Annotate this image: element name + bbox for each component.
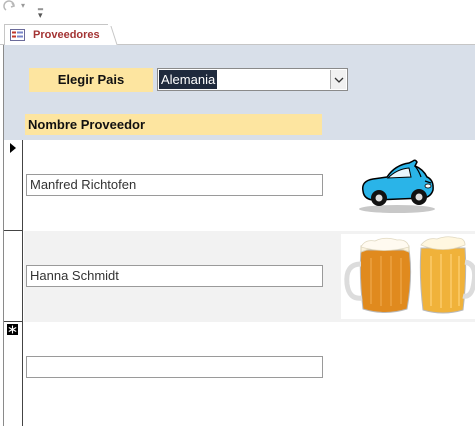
- supplier-name-field-new[interactable]: [26, 356, 323, 378]
- form-header: Elegir Pais Alemania Nombre Proveedor: [4, 45, 475, 140]
- record-selector[interactable]: [4, 140, 23, 231]
- document-tab-strip: Proveedores: [0, 18, 475, 46]
- proveedores-form: Elegir Pais Alemania Nombre Proveedor Ma…: [3, 45, 475, 426]
- combo-dropdown-button[interactable]: [330, 70, 346, 89]
- tab-proveedores[interactable]: Proveedores: [4, 24, 108, 46]
- supplier-name-field[interactable]: Manfred Richtofen: [26, 174, 323, 196]
- record-selector-column: [4, 140, 23, 426]
- record-selector[interactable]: [4, 231, 23, 322]
- new-record-selector[interactable]: [4, 322, 23, 414]
- form-icon: [10, 29, 25, 41]
- new-record-asterisk-icon: [7, 324, 18, 335]
- detail-row: Manfred Richtofen: [24, 140, 475, 231]
- detail-row: Hanna Schmidt: [24, 231, 475, 322]
- new-record-row: [24, 322, 475, 413]
- redo-icon[interactable]: [3, 0, 17, 14]
- country-label: Elegir Pais: [29, 68, 153, 92]
- country-combo-box[interactable]: Alemania: [157, 68, 348, 91]
- current-record-arrow-icon: [10, 143, 16, 153]
- beer-mugs-image: [341, 234, 475, 319]
- redo-dropdown-icon[interactable]: ▾: [21, 1, 25, 10]
- supplier-name-column-label: Nombre Proveedor: [25, 114, 322, 135]
- chevron-down-icon: [334, 77, 344, 83]
- customize-toolbar-icon[interactable]: ‗ ▾: [38, 0, 43, 20]
- country-combo-value[interactable]: Alemania: [159, 70, 218, 89]
- car-cartoon-image: [359, 159, 435, 213]
- supplier-name-field[interactable]: Hanna Schmidt: [26, 265, 323, 287]
- quick-access-toolbar: ▾ ‗ ▾: [0, 0, 475, 20]
- tab-label: Proveedores: [33, 29, 100, 41]
